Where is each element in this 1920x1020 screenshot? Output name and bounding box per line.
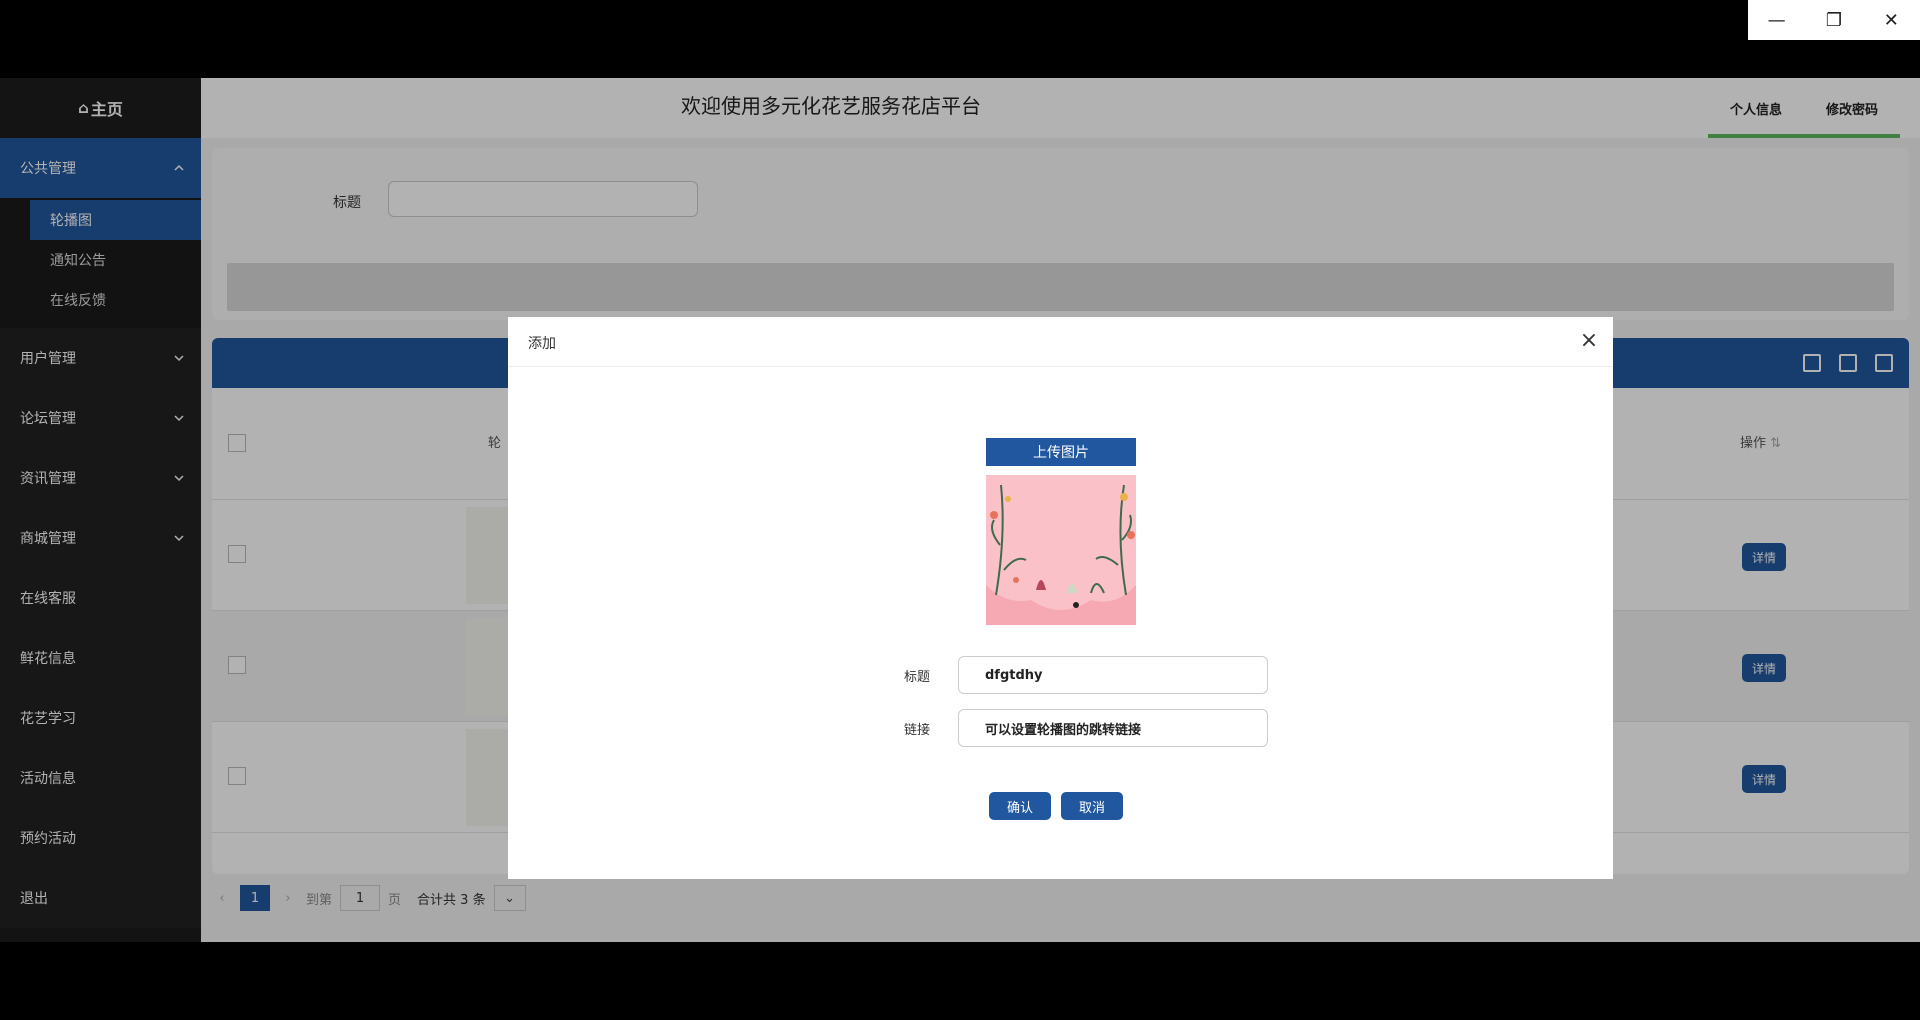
link-form-row: 链接 可以设置轮播图的跳转链接	[808, 709, 1268, 747]
add-dialog: 添加 × 上传图片 标题 dfgtdhy 链接 可以设置轮播图的跳转链接 确认 …	[508, 317, 1613, 879]
dialog-actions: 确认 取消	[989, 792, 1133, 820]
close-icon: ×	[1579, 328, 1599, 353]
close-icon: ✕	[1883, 9, 1899, 31]
bottom-black-bar	[0, 942, 1920, 1020]
preview-flower-image	[986, 475, 1136, 625]
close-window-button[interactable]: ✕	[1863, 0, 1920, 40]
cancel-button[interactable]: 取消	[1061, 792, 1123, 820]
minimize-button[interactable]: —	[1748, 0, 1805, 40]
title-field-label: 标题	[903, 669, 930, 685]
dialog-title: 添加	[528, 336, 556, 352]
title-field[interactable]: dfgtdhy	[958, 656, 1268, 694]
minimize-icon: —	[1767, 9, 1786, 31]
upload-image-button[interactable]: 上传图片	[986, 438, 1136, 466]
restore-button[interactable]: ❐	[1805, 0, 1862, 40]
window-controls: — ❐ ✕	[1748, 0, 1920, 40]
image-preview	[986, 475, 1136, 625]
app: ⌂ 主页 公共管理 轮播图 通知公告 在线反馈 用户管理 论坛管理 资讯管理 商…	[0, 78, 1920, 942]
dialog-close-button[interactable]: ×	[1577, 329, 1601, 353]
link-field[interactable]: 可以设置轮播图的跳转链接	[958, 709, 1268, 747]
dialog-header: 添加 ×	[508, 317, 1613, 367]
restore-icon: ❐	[1825, 9, 1843, 31]
screen: — ❐ ✕ ⌂ 主页 公共管理 轮播图 通知公告 在线反馈 用户管理 论坛管理 …	[0, 0, 1920, 1020]
title-form-row: 标题 dfgtdhy	[808, 656, 1268, 694]
link-field-label: 链接	[903, 722, 930, 738]
confirm-button[interactable]: 确认	[989, 792, 1051, 820]
